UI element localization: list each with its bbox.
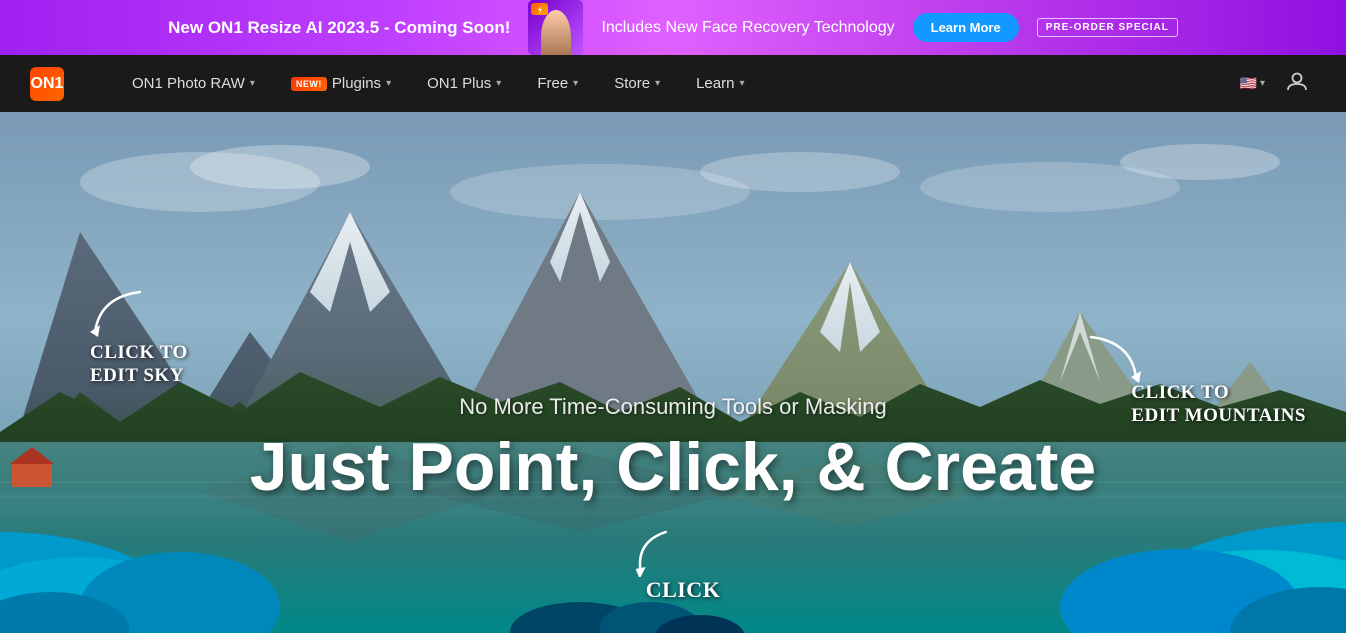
nav-item-plugins[interactable]: NEW! Plugins ▾: [273, 55, 409, 112]
person-silhouette: [541, 10, 571, 55]
arrow-mountains-icon: [1081, 327, 1161, 397]
nav-right-controls: 🇺🇸 ▾: [1232, 70, 1316, 98]
hero-content: No More Time-Consuming Tools or Masking …: [223, 394, 1123, 503]
arrow-bottom-icon: [626, 527, 686, 577]
includes-text: Includes New Face Recovery Technology: [601, 19, 894, 37]
annotation-click-bottom[interactable]: Click: [626, 577, 721, 603]
preorder-badge: PRE-ORDER SPECIAL: [1037, 18, 1178, 37]
chevron-down-icon: ▾: [386, 78, 391, 89]
hero-title: Just Point, Click, & Create: [223, 432, 1123, 503]
user-icon: [1286, 70, 1308, 92]
promo-banner: New ON1 Resize AI 2023.5 - Coming Soon! …: [0, 0, 1346, 55]
logo-box: ON1: [30, 67, 64, 101]
annotation-sky[interactable]: Click To Edit Sky: [90, 342, 188, 388]
ai-person-graphic: [528, 0, 583, 55]
navigation-bar: ON1 ON1 Photo RAW ▾ NEW! Plugins ▾ ON1 P…: [0, 55, 1346, 112]
promo-text: New ON1 Resize AI 2023.5 - Coming Soon!: [168, 18, 510, 38]
hero-section: Click To Edit Sky Click To Edit Mountain…: [0, 112, 1346, 633]
language-selector[interactable]: 🇺🇸 ▾: [1232, 75, 1273, 92]
chevron-down-icon: ▾: [573, 78, 578, 89]
nav-item-learn[interactable]: Learn ▾: [678, 55, 762, 112]
nav-menu: ON1 Photo RAW ▾ NEW! Plugins ▾ ON1 Plus …: [114, 55, 1232, 112]
lightning-icon: [536, 6, 544, 14]
annotation-mountains[interactable]: Click To Edit Mountains: [1131, 382, 1306, 428]
learn-more-button[interactable]: Learn More: [913, 13, 1019, 42]
nav-item-on1-photo-raw[interactable]: ON1 Photo RAW ▾: [114, 55, 273, 112]
logo[interactable]: ON1: [30, 67, 64, 101]
chevron-down-icon: ▾: [496, 78, 501, 89]
chevron-down-icon: ▾: [739, 78, 744, 89]
nav-item-free[interactable]: Free ▾: [519, 55, 596, 112]
hero-subtitle: No More Time-Consuming Tools or Masking: [223, 394, 1123, 420]
user-account-button[interactable]: [1278, 70, 1316, 98]
new-badge: NEW!: [291, 77, 327, 91]
chevron-down-icon: ▾: [250, 78, 255, 89]
chevron-down-icon: ▾: [655, 78, 660, 89]
nav-item-store[interactable]: Store ▾: [596, 55, 678, 112]
nav-item-on1-plus[interactable]: ON1 Plus ▾: [409, 55, 519, 112]
arrow-sky-icon: [80, 287, 160, 347]
chevron-down-icon: ▾: [1260, 78, 1265, 89]
ai-icon: [531, 3, 548, 15]
